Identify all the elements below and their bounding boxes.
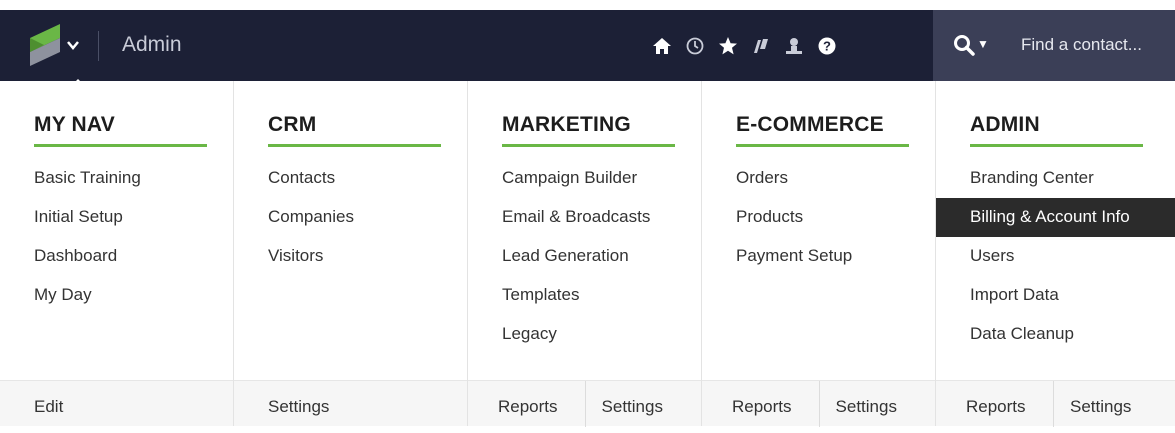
menu-column-crm: CRM Contacts Companies Visitors Settings — [234, 81, 468, 426]
search-icon[interactable] — [953, 34, 975, 56]
person-icon[interactable] — [782, 34, 806, 58]
menu-item-my-day[interactable]: My Day — [0, 276, 233, 315]
menu-item-initial-setup[interactable]: Initial Setup — [0, 198, 233, 237]
column-title: ADMIN — [970, 113, 1040, 136]
star-icon[interactable] — [716, 34, 740, 58]
help-icon[interactable]: ? — [815, 34, 839, 58]
column-title: MARKETING — [502, 113, 631, 136]
menu-item-products[interactable]: Products — [702, 198, 935, 237]
menu-column-admin: ADMIN Branding Center Billing & Account … — [936, 81, 1175, 427]
column-underline — [736, 144, 909, 147]
clock-icon[interactable] — [683, 34, 707, 58]
menu-item-payment-setup[interactable]: Payment Setup — [702, 237, 935, 276]
top-nav-bar: Admin ? ▼ — [0, 10, 1175, 89]
column-underline — [970, 144, 1143, 147]
column-title: MY NAV — [34, 113, 115, 136]
menu-item-companies[interactable]: Companies — [234, 198, 467, 237]
menu-item-import-data[interactable]: Import Data — [936, 276, 1175, 315]
flag-icon[interactable] — [749, 34, 773, 58]
app-title: Admin — [122, 33, 182, 56]
column-footer: Reports Settings — [702, 380, 935, 427]
column-footer: Settings — [234, 380, 467, 426]
search-scope-dropdown-icon[interactable]: ▼ — [977, 37, 989, 51]
column-footer: Reports Settings — [936, 380, 1175, 427]
menu-item-basic-training[interactable]: Basic Training — [0, 159, 233, 198]
column-footer: Reports Settings — [468, 380, 701, 427]
menu-item-lead-generation[interactable]: Lead Generation — [468, 237, 701, 276]
column-underline — [268, 144, 441, 147]
menu-item-branding-center[interactable]: Branding Center — [936, 159, 1175, 198]
app-logo-icon[interactable] — [30, 24, 60, 66]
menu-item-email-broadcasts[interactable]: Email & Broadcasts — [468, 198, 701, 237]
home-icon[interactable] — [650, 34, 674, 58]
crm-settings-button[interactable]: Settings — [234, 381, 329, 427]
menu-item-orders[interactable]: Orders — [702, 159, 935, 198]
menu-column-e-commerce: E-COMMERCE Orders Products Payment Setup… — [702, 81, 936, 427]
menu-item-campaign-builder[interactable]: Campaign Builder — [468, 159, 701, 198]
marketing-reports-button[interactable]: Reports — [468, 381, 585, 427]
menu-item-contacts[interactable]: Contacts — [234, 159, 467, 198]
contact-search: ▼ — [933, 10, 1175, 81]
menu-item-dashboard[interactable]: Dashboard — [0, 237, 233, 276]
menu-item-billing-account-info[interactable]: Billing & Account Info — [936, 198, 1175, 237]
menu-item-templates[interactable]: Templates — [468, 276, 701, 315]
marketing-settings-button[interactable]: Settings — [584, 381, 701, 427]
header-divider — [98, 31, 99, 61]
menu-item-visitors[interactable]: Visitors — [234, 237, 467, 276]
menu-item-users[interactable]: Users — [936, 237, 1175, 276]
menu-column-marketing: MARKETING Campaign Builder Email & Broad… — [468, 81, 702, 427]
chevron-down-icon[interactable] — [66, 38, 80, 52]
search-input[interactable] — [1021, 32, 1175, 58]
column-title: CRM — [268, 113, 317, 136]
edit-button[interactable]: Edit — [0, 381, 63, 427]
column-footer: Edit — [0, 380, 233, 426]
menu-item-data-cleanup[interactable]: Data Cleanup — [936, 315, 1175, 354]
menu-item-legacy[interactable]: Legacy — [468, 315, 701, 354]
quick-icons: ? — [650, 34, 848, 58]
mega-menu: MY NAV Basic Training Initial Setup Dash… — [0, 81, 1175, 427]
menu-column-my-nav: MY NAV Basic Training Initial Setup Dash… — [0, 81, 234, 426]
admin-reports-button[interactable]: Reports — [936, 381, 1053, 427]
svg-text:?: ? — [823, 39, 831, 54]
admin-settings-button[interactable]: Settings — [1053, 381, 1170, 427]
column-underline — [502, 144, 675, 147]
column-underline — [34, 144, 207, 147]
ecommerce-settings-button[interactable]: Settings — [818, 381, 935, 427]
ecommerce-reports-button[interactable]: Reports — [702, 381, 819, 427]
column-title: E-COMMERCE — [736, 113, 884, 136]
